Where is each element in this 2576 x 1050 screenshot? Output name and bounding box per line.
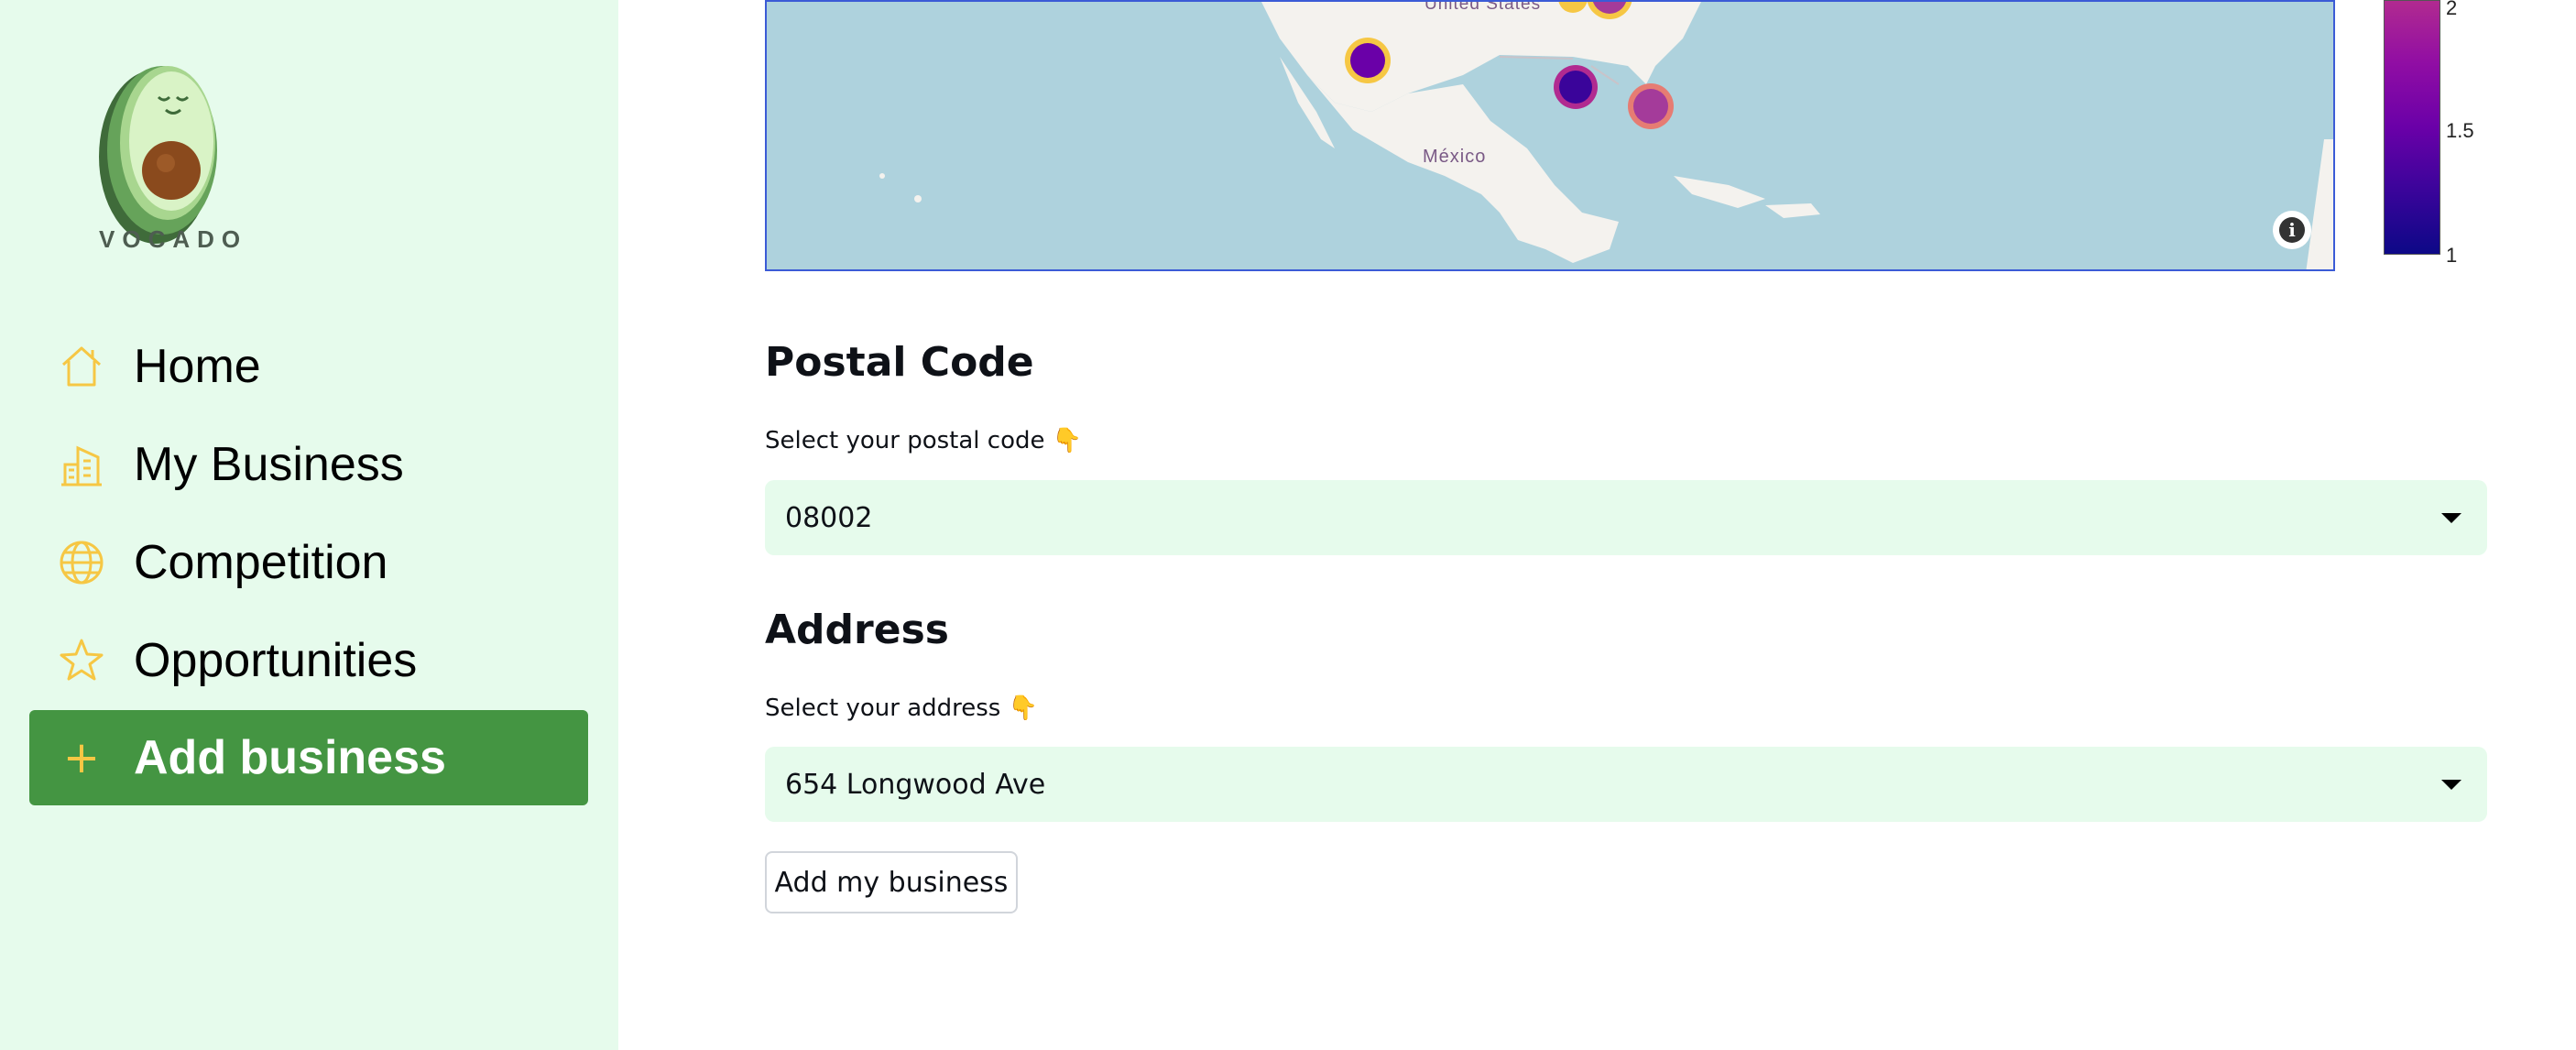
address-heading: Address — [765, 607, 949, 653]
address-label: Select your address 👇 — [765, 695, 1038, 722]
star-icon — [55, 634, 108, 687]
postal-code-select[interactable]: 08002 — [765, 480, 2487, 555]
map-view[interactable]: United States México i — [765, 0, 2335, 271]
add-my-business-button[interactable]: Add my business — [765, 851, 1018, 913]
postal-code-label: Select your postal code 👇 — [765, 427, 1083, 454]
sidebar-item-my-business[interactable]: My Business — [29, 417, 588, 512]
home-icon — [55, 340, 108, 393]
sidebar-item-label: Add business — [134, 731, 446, 784]
postal-code-heading: Postal Code — [765, 339, 1034, 386]
colorbar-tick: 1.5 — [2446, 119, 2474, 142]
map-info-button[interactable]: i — [2273, 211, 2311, 249]
sidebar-item-competition[interactable]: Competition — [29, 515, 588, 610]
map-label-us: United States — [1424, 0, 1542, 14]
brand-name: VOCADO — [99, 225, 248, 253]
chevron-down-icon — [2441, 512, 2461, 523]
sidebar-item-label: Home — [134, 340, 261, 393]
map-land — [879, 2, 2333, 269]
colorbar-tick: 1 — [2446, 244, 2458, 267]
sidebar-item-label: Competition — [134, 536, 388, 589]
chevron-down-icon — [2441, 779, 2461, 790]
sidebar-item-label: Opportunities — [134, 634, 418, 687]
map-label-mexico: México — [1423, 147, 1487, 167]
sidebar-item-home[interactable]: Home — [29, 319, 588, 414]
main-content: United States México i 2 1.5 1 Postal Co… — [765, 0, 2487, 1050]
globe-icon — [55, 536, 108, 589]
sidebar-item-add-business[interactable]: + Add business — [29, 710, 588, 805]
address-select[interactable]: 654 Longwood Ave — [765, 747, 2487, 822]
sidebar: VOCADO Home My Business Competition Oppo… — [0, 0, 618, 1050]
map-colorbar — [2384, 0, 2440, 255]
building-icon — [55, 438, 108, 491]
postal-code-value: 08002 — [785, 501, 873, 534]
sidebar-item-opportunities[interactable]: Opportunities — [29, 613, 588, 708]
plus-icon: + — [62, 732, 101, 783]
address-value: 654 Longwood Ave — [785, 768, 1046, 801]
info-icon: i — [2279, 217, 2305, 243]
colorbar-tick: 2 — [2446, 0, 2458, 19]
sidebar-item-label: My Business — [134, 438, 404, 491]
